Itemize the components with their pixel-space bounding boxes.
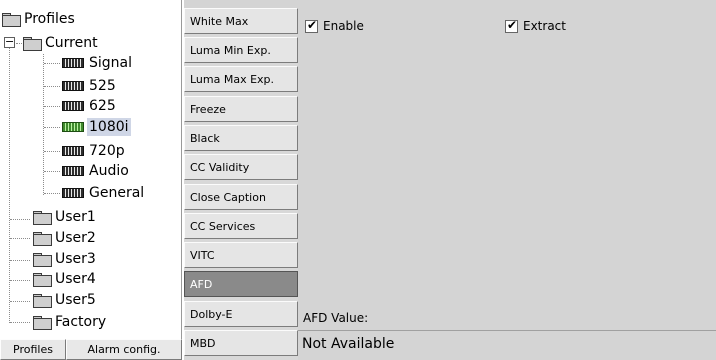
checkmark-icon: ✔ [307,17,318,32]
folder-icon [33,211,52,225]
tab-close-caption[interactable]: Close Caption [184,184,298,210]
afd-settings-panel: ✔ Enable ✔ Extract AFD Value: Not Availa… [298,8,716,360]
folder-icon [23,37,42,51]
tree-item-label: General [89,185,145,201]
tab-black[interactable]: Black [184,125,298,151]
card-icon [62,146,84,156]
tree-line [44,127,60,128]
tab-cc-validity[interactable]: CC Validity [184,154,298,180]
tree-item-label: 720p [89,143,125,159]
tree-line [44,63,60,64]
tree-line [10,219,30,220]
tree-item-signal[interactable]: Signal [62,54,132,72]
extract-checkbox[interactable]: ✔ Extract [505,17,566,33]
tree-item-label: User1 [55,209,96,225]
tree-item-1080i[interactable]: 1080i [62,118,131,136]
tree-line [44,106,60,107]
tree-item-label: 1080i [87,118,131,136]
tree-item-label: Factory [55,314,107,330]
tab-freeze[interactable]: Freeze [184,96,298,122]
tree-item-label: Profiles [24,11,75,27]
afd-value-display: Not Available [298,330,716,360]
tree-line [10,322,30,323]
tree-item-label: 625 [89,98,116,114]
tree-item-720p[interactable]: 720p [62,142,125,160]
tree-item-label: Signal [89,55,133,71]
card-icon [62,188,84,198]
tree-line [10,280,30,281]
folder-icon [33,294,52,308]
tab-luma-max-exp[interactable]: Luma Max Exp. [184,66,298,92]
enable-label: Enable [323,19,364,33]
checkbox-box[interactable]: ✔ [305,17,318,33]
tree-item-user4[interactable]: User4 [33,270,96,288]
tree-line [44,193,60,194]
folder-icon [33,232,52,246]
tree-item-current[interactable]: Current [23,34,98,52]
tree-line [43,54,44,195]
card-icon [62,81,84,91]
tab-column: White Max Luma Min Exp. Luma Max Exp. Fr… [184,8,298,360]
folder-icon [33,273,52,287]
tree-line [9,48,10,323]
tree-line [10,260,30,261]
tree-line [10,301,30,302]
tree-line [16,43,22,44]
card-icon [62,101,84,111]
tab-cc-services[interactable]: CC Services [184,213,298,239]
tree-line [44,86,60,87]
tree-item-label: User5 [55,292,96,308]
tab-vitc[interactable]: VITC [184,242,298,268]
tab-luma-min-exp[interactable]: Luma Min Exp. [184,37,298,63]
afd-value-label: AFD Value: [303,311,369,325]
folder-icon [33,316,52,330]
tree-item-625[interactable]: 625 [62,97,116,115]
tree-item-label: Current [45,35,98,51]
folder-icon [33,253,52,267]
tree-item-profiles[interactable]: Profiles [2,10,75,28]
tree-line [44,151,60,152]
tab-white-max[interactable]: White Max [184,8,298,34]
tree-item-label: Audio [89,163,129,179]
alarm-config-button[interactable]: Alarm config. [66,339,182,360]
tree-line [44,171,60,172]
tree-item-factory[interactable]: Factory [33,313,106,331]
card-icon [62,58,84,68]
collapse-toggle[interactable]: − [4,36,15,48]
tab-dolby-e[interactable]: Dolby-E [184,301,298,327]
enable-checkbox[interactable]: ✔ Enable [305,17,364,33]
tree-item-label: User4 [55,271,96,287]
tree-item-label: User2 [55,230,96,246]
tree-item-user1[interactable]: User1 [33,208,96,226]
tree-item-label: 525 [89,78,116,94]
panel-top-strip [184,0,716,8]
extract-label: Extract [523,19,566,33]
profiles-button[interactable]: Profiles [0,339,66,360]
tab-mbd[interactable]: MBD [184,330,298,356]
folder-icon [2,13,21,27]
checkbox-box[interactable]: ✔ [505,17,518,33]
tree-line [10,238,30,239]
tree-item-user2[interactable]: User2 [33,229,96,247]
tree-item-label: User3 [55,251,96,267]
tree-item-user3[interactable]: User3 [33,250,96,268]
tree-item-525[interactable]: 525 [62,77,116,95]
profile-tree[interactable]: − Profiles Current Signal 525 625 1080i … [0,0,182,339]
checkmark-icon: ✔ [507,17,518,32]
tab-afd[interactable]: AFD [184,271,298,297]
tree-item-general[interactable]: General [62,184,144,202]
tree-item-user5[interactable]: User5 [33,291,96,309]
card-icon-green [62,122,84,132]
card-icon [62,166,84,176]
tree-item-audio[interactable]: Audio [62,162,129,180]
